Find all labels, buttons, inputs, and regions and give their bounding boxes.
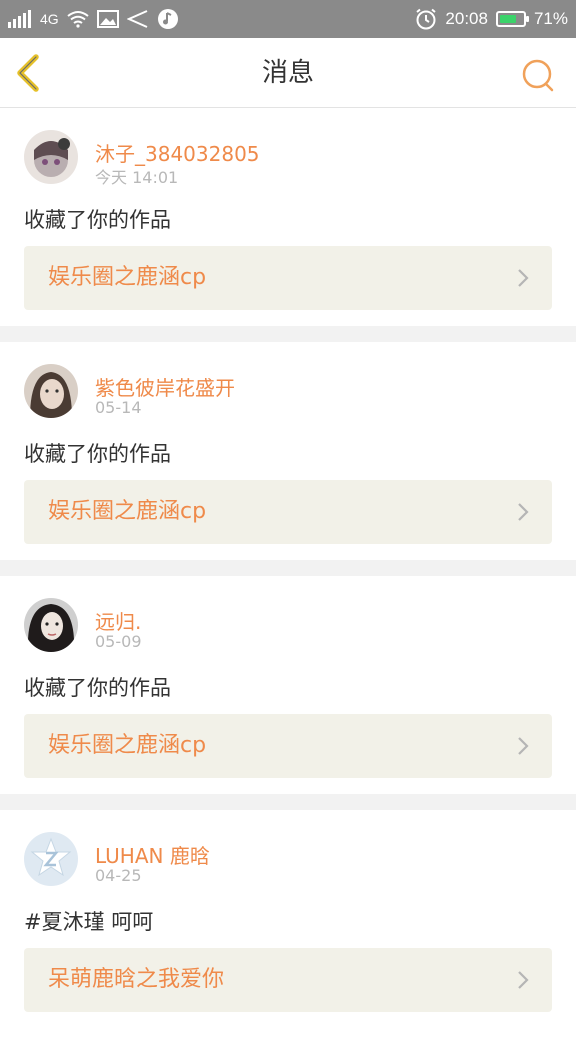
battery-percent: 71%	[533, 9, 568, 28]
message-card: 紫色彼岸花盛开 05-14 收藏了你的作品 娱乐圈之鹿涵cp	[0, 342, 576, 560]
alarm-icon	[416, 8, 437, 30]
avatar[interactable]	[24, 130, 78, 184]
work-link[interactable]: 娱乐圈之鹿涵cp	[24, 246, 552, 310]
work-title: 呆萌鹿晗之我爱你	[48, 967, 225, 992]
search-button[interactable]	[518, 55, 558, 95]
clock: 20:08	[445, 9, 488, 28]
message-time: 04-25	[95, 866, 142, 885]
sender-name[interactable]: LUHAN 鹿晗	[95, 840, 210, 869]
message-time: 05-14	[95, 398, 142, 417]
chevron-right-icon	[518, 971, 529, 989]
sender-name[interactable]: 沐子_384032805	[95, 138, 260, 167]
work-title: 娱乐圈之鹿涵cp	[48, 499, 207, 524]
avatar[interactable]	[24, 364, 78, 418]
message-card: 沐子_384032805 今天 14:01 收藏了你的作品 娱乐圈之鹿涵cp	[0, 108, 576, 326]
network-type: 4G	[40, 11, 59, 27]
battery-icon	[495, 11, 529, 27]
back-button[interactable]	[10, 51, 54, 95]
status-bar: 4G 20:08 71%	[0, 0, 576, 38]
chevron-right-icon	[518, 503, 529, 521]
back-arrow-icon	[17, 54, 39, 92]
message-card: 远归. 05-09 收藏了你的作品 娱乐圈之鹿涵cp	[0, 576, 576, 794]
image-icon	[96, 10, 119, 28]
work-link[interactable]: 娱乐圈之鹿涵cp	[24, 714, 552, 778]
message-card: LUHAN 鹿晗 04-25 #夏沐瑾 呵呵 呆萌鹿晗之我爱你	[0, 810, 576, 1040]
work-title: 娱乐圈之鹿涵cp	[48, 265, 207, 290]
work-title: 娱乐圈之鹿涵cp	[48, 733, 207, 758]
status-left: 4G	[0, 8, 179, 30]
message-text: 收藏了你的作品	[24, 676, 171, 700]
work-link[interactable]: 娱乐圈之鹿涵cp	[24, 480, 552, 544]
message-time: 今天 14:01	[95, 168, 179, 187]
music-icon	[157, 9, 178, 29]
top-navigation-bar: 消息	[0, 38, 576, 108]
message-list: 沐子_384032805 今天 14:01 收藏了你的作品 娱乐圈之鹿涵cp 紫…	[0, 108, 576, 1040]
message-time: 05-09	[95, 632, 142, 651]
chevron-right-icon	[518, 269, 529, 287]
search-icon	[522, 59, 554, 92]
chevron-right-icon	[518, 737, 529, 755]
avatar[interactable]	[24, 598, 78, 652]
sender-name[interactable]: 紫色彼岸花盛开	[95, 372, 235, 401]
share-icon	[126, 10, 148, 28]
page-title: 消息	[261, 58, 314, 88]
work-link[interactable]: 呆萌鹿晗之我爱你	[24, 948, 552, 1012]
signal-icon	[8, 10, 31, 28]
status-right: 20:08 71%	[415, 8, 576, 30]
avatar[interactable]	[24, 832, 78, 886]
message-text: #夏沐瑾 呵呵	[24, 910, 154, 934]
message-text: 收藏了你的作品	[24, 208, 171, 232]
sender-name[interactable]: 远归.	[95, 606, 141, 635]
wifi-icon	[67, 11, 89, 28]
message-text: 收藏了你的作品	[24, 442, 171, 466]
